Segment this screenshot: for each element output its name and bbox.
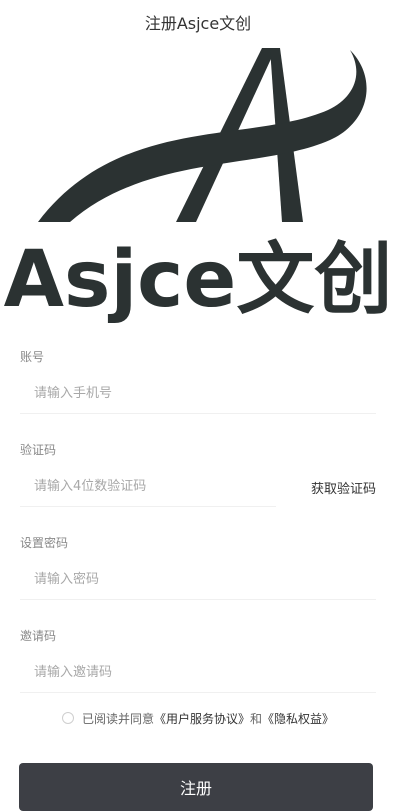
logo-graphic: Asjce文创 — [4, 48, 393, 325]
password-label: 设置密码 — [20, 536, 69, 550]
service-agreement-link[interactable]: 《用户服务协议》 — [154, 710, 250, 727]
agreement-radio[interactable] — [61, 712, 74, 724]
logo-wordmark: Asjce文创 — [4, 235, 393, 325]
code-input[interactable] — [20, 467, 276, 507]
account-label: 账号 — [20, 350, 45, 364]
page-title: 注册Asjce文创 — [144, 14, 252, 33]
invite-label: 邀请码 — [20, 629, 57, 643]
agreement-row: 已阅读并同意 《用户服务协议》 和 《隐私权益》 — [0, 706, 396, 730]
register-button[interactable]: 注册 — [19, 763, 373, 811]
brand-logo: Asjce文创 — [0, 44, 396, 326]
register-form: 账号 验证码 获取验证码 设置密码 邀请码 — [20, 340, 376, 712]
register-button-label: 注册 — [179, 779, 212, 798]
password-input[interactable] — [20, 560, 376, 600]
invite-field: 邀请码 — [20, 619, 376, 712]
get-code-button[interactable]: 获取验证码 — [311, 467, 376, 507]
account-field: 账号 — [20, 340, 376, 433]
account-input[interactable] — [20, 374, 376, 414]
password-field: 设置密码 — [20, 526, 376, 619]
code-field: 验证码 获取验证码 — [20, 433, 376, 526]
agreement-and: 和 — [250, 711, 263, 726]
agreement-prefix: 已阅读并同意 — [81, 711, 154, 726]
code-label: 验证码 — [20, 443, 57, 457]
page-title-bar: 注册Asjce文创 — [0, 0, 396, 44]
invite-input[interactable] — [20, 653, 376, 693]
privacy-policy-link[interactable]: 《隐私权益》 — [262, 710, 334, 727]
